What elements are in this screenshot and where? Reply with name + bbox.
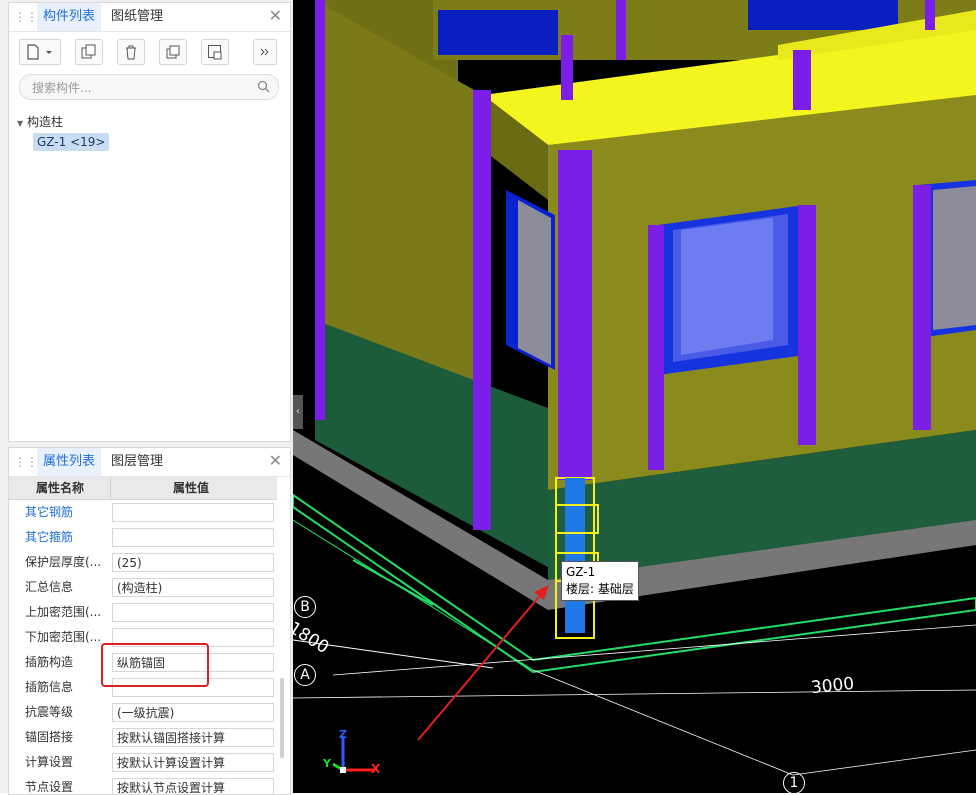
property-table: 属性名称 属性值 其它钢筋 其它箍筋 保护层厚度(... (25) 汇总信息 (构造… (9, 477, 277, 794)
property-value-field[interactable]: (25) (112, 553, 274, 572)
highlight-box (101, 643, 209, 687)
layer-copy-icon (166, 45, 180, 59)
property-name: 抗震等级 (25, 705, 74, 719)
drag-handle-icon[interactable]: ⋮⋮ (14, 455, 38, 469)
component-tooltip: GZ-1 楼层: 基础层 (561, 561, 639, 601)
search-input[interactable] (30, 78, 254, 98)
building-model (293, 0, 976, 776)
tree-node-root[interactable]: ▼ 构造柱 (17, 113, 63, 130)
property-row[interactable]: 节点设置 按默认节点设置计算 (9, 775, 277, 794)
property-name: 上加密范围(... (25, 605, 102, 619)
chevron-right-icon (260, 48, 269, 56)
close-icon[interactable]: ✕ (269, 452, 282, 470)
property-panel-tabs: ⋮⋮ 属性列表 图层管理 ✕ (9, 448, 290, 477)
property-name: 锚固搭接 (25, 730, 74, 744)
tab-layer-management[interactable]: 图层管理 (105, 448, 169, 476)
header-property-name: 属性名称 (36, 481, 85, 495)
axis-label-a: A (294, 664, 316, 686)
property-name: 汇总信息 (25, 580, 74, 594)
property-row[interactable]: 锚固搭接 按默认锚固搭接计算 (9, 725, 277, 750)
gizmo-y-label: Y (323, 757, 331, 770)
property-scrollbar[interactable] (280, 678, 284, 758)
property-name: 其它箍筋 (25, 530, 74, 544)
new-component-button[interactable] (19, 39, 61, 65)
layer-copy-button[interactable] (159, 39, 187, 65)
more-tools-button[interactable] (253, 39, 277, 65)
copy-component-button[interactable] (75, 39, 103, 65)
axis-label-b: B (294, 596, 316, 618)
property-name: 其它钢筋 (25, 505, 74, 519)
property-name: 节点设置 (25, 780, 74, 794)
search-box (19, 74, 279, 100)
save-component-button[interactable] (201, 39, 229, 65)
axis-label-1: 1 (783, 772, 805, 793)
property-list-panel: ⋮⋮ 属性列表 图层管理 ✕ 属性名称 属性值 其它钢筋 其它箍筋 保护层厚度(… (8, 447, 291, 795)
drag-handle-icon[interactable]: ⋮⋮ (14, 10, 38, 24)
search-icon[interactable] (257, 80, 270, 93)
save-icon (208, 45, 222, 60)
gizmo-x-label: X (371, 762, 381, 776)
property-name: 计算设置 (25, 755, 74, 769)
property-row[interactable]: 保护层厚度(... (25) (9, 550, 277, 575)
collapse-panel-button[interactable]: ‹ (293, 395, 303, 429)
property-row[interactable]: 计算设置 按默认计算设置计算 (9, 750, 277, 775)
tree-item-gz1[interactable]: GZ-1 <19> (33, 133, 110, 151)
property-value-field[interactable]: (一级抗震) (112, 703, 274, 722)
caret-down-icon[interactable]: ▼ (17, 119, 23, 128)
tab-component-list[interactable]: 构件列表 (37, 3, 102, 31)
property-value-field[interactable] (112, 528, 274, 547)
property-row[interactable]: 抗震等级 (一级抗震) (9, 700, 277, 725)
property-table-header: 属性名称 属性值 (9, 477, 277, 500)
tab-property-list[interactable]: 属性列表 (37, 448, 102, 476)
close-icon[interactable]: ✕ (269, 7, 282, 25)
property-value-field[interactable]: 按默认计算设置计算 (112, 753, 274, 772)
trash-icon (126, 45, 136, 60)
property-row[interactable]: 上加密范围(... (9, 600, 277, 625)
component-panel-tabs: ⋮⋮ 构件列表 图纸管理 ✕ (9, 3, 290, 32)
tab-drawing-management[interactable]: 图纸管理 (105, 3, 169, 31)
property-value-field[interactable] (112, 503, 274, 522)
component-list-panel: ⋮⋮ 构件列表 图纸管理 ✕ 搜索构件... ▼ 构造柱 GZ-1 <19> (8, 2, 291, 442)
3d-viewport[interactable]: ‹ GZ-1 楼层: 基础层 3000 1800 B A 1 Z Y X (293, 0, 976, 793)
property-name: 保护层厚度(... (25, 555, 102, 569)
property-row[interactable]: 其它钢筋 (9, 500, 277, 525)
copy-icon (81, 44, 96, 59)
property-value-field[interactable]: 按默认锚固搭接计算 (112, 728, 274, 747)
header-property-value: 属性值 (173, 481, 210, 495)
gizmo-z-label: Z (339, 728, 347, 741)
property-value-field[interactable]: (构造柱) (112, 578, 274, 597)
property-value-field[interactable] (112, 603, 274, 622)
tooltip-name: GZ-1 (566, 565, 596, 579)
tooltip-floor: 楼层: 基础层 (566, 582, 634, 596)
property-row[interactable]: 汇总信息 (构造柱) (9, 575, 277, 600)
property-row[interactable]: 其它箍筋 (9, 525, 277, 550)
tree-root-label: 构造柱 (26, 115, 63, 129)
delete-component-button[interactable] (117, 39, 145, 65)
new-file-icon (27, 44, 52, 60)
property-value-field[interactable]: 按默认节点设置计算 (112, 778, 274, 794)
axis-gizmo (332, 736, 375, 773)
